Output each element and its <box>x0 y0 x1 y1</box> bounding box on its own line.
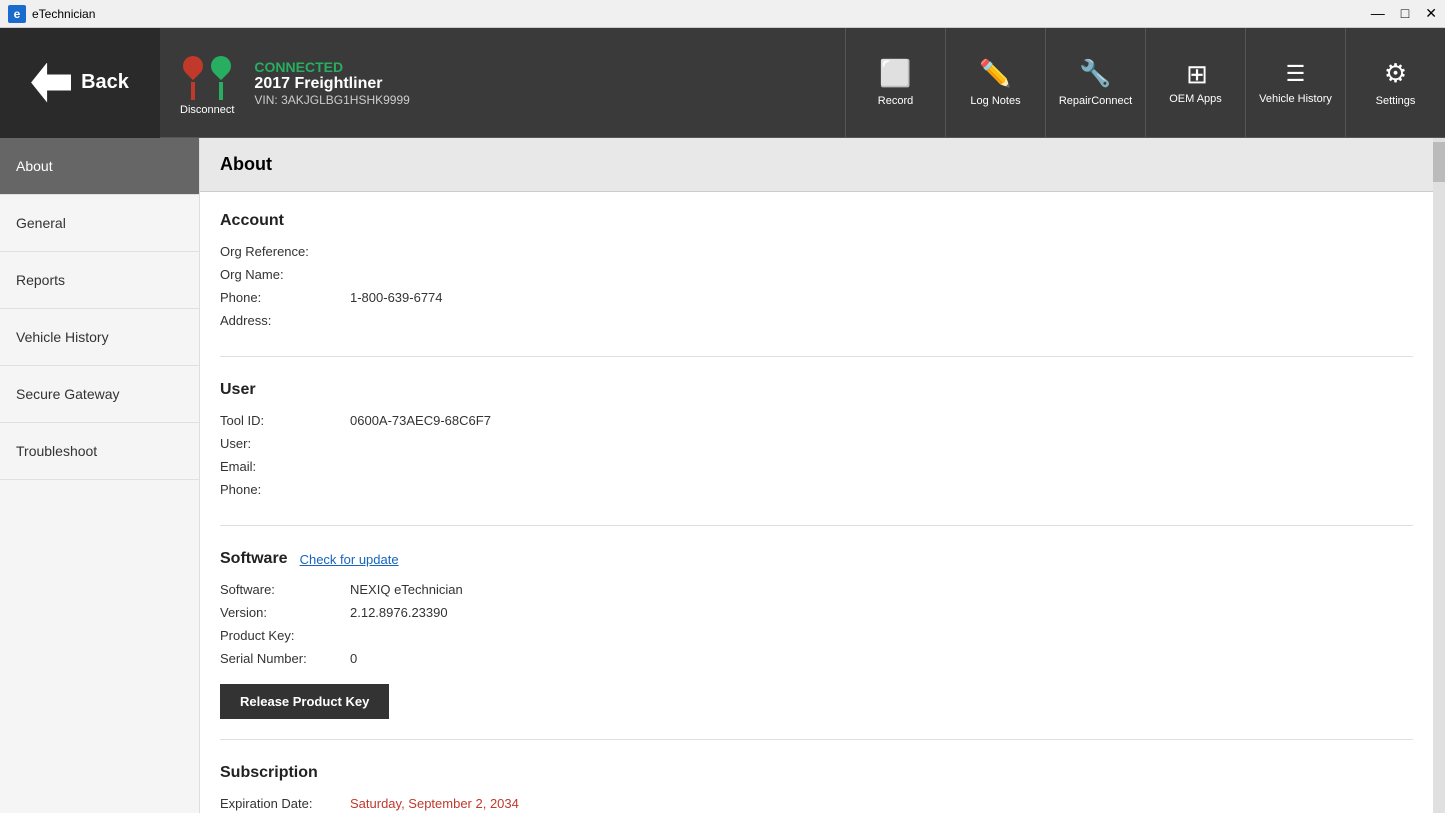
software-name-value: NEXIQ eTechnician <box>350 582 463 597</box>
nav-item-general[interactable]: General <box>0 195 199 252</box>
expiration-date-value: Saturday, September 2, 2034 <box>350 796 519 811</box>
subscription-title: Subscription <box>220 764 1413 782</box>
oem-apps-button[interactable]: ⊞ OEM Apps <box>1145 28 1245 138</box>
nav-item-reports[interactable]: Reports <box>0 252 199 309</box>
lognotes-icon: ✏️ <box>979 58 1011 89</box>
nav-item-about[interactable]: About <box>0 138 199 195</box>
toolbar: Back Disconnect CONNECTED 2017 Freightli… <box>0 28 1445 138</box>
connection-info: Disconnect CONNECTED 2017 Freightliner V… <box>160 50 845 116</box>
user-section: User Tool ID: 0600A-73AEC9-68C6F7 User: … <box>220 381 1413 526</box>
expiration-date-row: Expiration Date: Saturday, September 2, … <box>220 796 1413 811</box>
record-icon: ⬜ <box>879 58 911 89</box>
nav-item-troubleshoot[interactable]: Troubleshoot <box>0 423 199 480</box>
software-section: Software Check for update Software: NEXI… <box>220 550 1413 740</box>
vehicle-connection-info: CONNECTED 2017 Freightliner VIN: 3AKJGLB… <box>254 59 409 107</box>
phone-label: Phone: <box>220 290 350 305</box>
user-title: User <box>220 381 1413 399</box>
record-button[interactable]: ⬜ Record <box>845 28 945 138</box>
left-nav: About General Reports Vehicle History Se… <box>0 138 200 813</box>
maximize-button[interactable]: □ <box>1401 5 1409 22</box>
nav-item-vehicle-history[interactable]: Vehicle History <box>0 309 199 366</box>
scrollbar-thumb[interactable] <box>1433 142 1445 182</box>
back-arrow-icon <box>31 63 71 103</box>
tool-id-row: Tool ID: 0600A-73AEC9-68C6F7 <box>220 413 1413 428</box>
content-header: About <box>200 138 1433 192</box>
oem-apps-label: OEM Apps <box>1169 93 1222 105</box>
vehicle-vin: VIN: 3AKJGLBG1HSHK9999 <box>254 93 409 107</box>
check-update-link[interactable]: Check for update <box>300 552 399 567</box>
version-label: Version: <box>220 605 350 620</box>
account-section: Account Org Reference: Org Name: Phone: … <box>220 212 1413 357</box>
minimize-button[interactable]: — <box>1371 5 1385 22</box>
nav-item-secure-gateway[interactable]: Secure Gateway <box>0 366 199 423</box>
serial-number-value: 0 <box>350 651 357 666</box>
settings-icon: ⚙ <box>1384 58 1407 89</box>
vehiclehistory-icon: ☰ <box>1286 61 1306 87</box>
settings-button[interactable]: ⚙ Settings <box>1345 28 1445 138</box>
user-row: User: <box>220 436 1413 451</box>
vehicle-history-label: Vehicle History <box>1259 93 1332 105</box>
user-phone-label: Phone: <box>220 482 350 497</box>
back-label: Back <box>81 71 129 94</box>
app-logo: e <box>8 5 26 23</box>
connected-status: CONNECTED <box>254 59 409 75</box>
main-content: About Account Org Reference: Org Name: P… <box>200 138 1433 813</box>
account-title: Account <box>220 212 1413 230</box>
software-title: Software <box>220 550 288 568</box>
phone-value: 1-800-639-6774 <box>350 290 443 305</box>
title-bar-controls: — □ ✕ <box>1371 5 1437 22</box>
serial-number-row: Serial Number: 0 <box>220 651 1413 666</box>
title-bar: e eTechnician — □ ✕ <box>0 0 1445 28</box>
settings-label: Settings <box>1376 95 1416 107</box>
org-reference-row: Org Reference: <box>220 244 1413 259</box>
toolbar-actions: ⬜ Record ✏️ Log Notes 🔧 RepairConnect ⊞ … <box>845 28 1445 138</box>
expiration-date-label: Expiration Date: <box>220 796 350 811</box>
disconnect-label: Disconnect <box>180 104 234 116</box>
tool-id-label: Tool ID: <box>220 413 350 428</box>
disconnect-group[interactable]: Disconnect <box>180 50 234 116</box>
phone-row: Phone: 1-800-639-6774 <box>220 290 1413 305</box>
software-name-label: Software: <box>220 582 350 597</box>
repair-connect-label: RepairConnect <box>1059 95 1132 107</box>
user-phone-row: Phone: <box>220 482 1413 497</box>
repair-connect-button[interactable]: 🔧 RepairConnect <box>1045 28 1145 138</box>
org-name-row: Org Name: <box>220 267 1413 282</box>
product-key-row: Product Key: <box>220 628 1413 643</box>
vehicle-history-button[interactable]: ☰ Vehicle History <box>1245 28 1345 138</box>
address-label: Address: <box>220 313 350 328</box>
user-label: User: <box>220 436 350 451</box>
email-row: Email: <box>220 459 1413 474</box>
content-body: Account Org Reference: Org Name: Phone: … <box>200 192 1433 813</box>
serial-number-label: Serial Number: <box>220 651 350 666</box>
software-name-row: Software: NEXIQ eTechnician <box>220 582 1413 597</box>
close-button[interactable]: ✕ <box>1425 5 1437 22</box>
log-notes-button[interactable]: ✏️ Log Notes <box>945 28 1045 138</box>
org-reference-label: Org Reference: <box>220 244 350 259</box>
tool-id-value: 0600A-73AEC9-68C6F7 <box>350 413 491 428</box>
address-row: Address: <box>220 313 1413 328</box>
version-row: Version: 2.12.8976.23390 <box>220 605 1413 620</box>
scrollbar[interactable] <box>1433 138 1445 813</box>
release-product-key-button[interactable]: Release Product Key <box>220 684 389 719</box>
main-layout: About General Reports Vehicle History Se… <box>0 138 1445 813</box>
title-bar-left: e eTechnician <box>8 5 95 23</box>
org-name-label: Org Name: <box>220 267 350 282</box>
product-key-label: Product Key: <box>220 628 350 643</box>
software-title-row: Software Check for update <box>220 550 1413 568</box>
log-notes-label: Log Notes <box>970 95 1020 107</box>
record-label: Record <box>878 95 913 107</box>
oemapps-icon: ⊞ <box>1186 61 1205 87</box>
app-title: eTechnician <box>32 7 95 21</box>
repairconnect-icon: 🔧 <box>1079 58 1111 89</box>
vehicle-year-make: 2017 Freightliner <box>254 75 409 93</box>
version-value: 2.12.8976.23390 <box>350 605 448 620</box>
subscription-section: Subscription Expiration Date: Saturday, … <box>220 764 1413 813</box>
back-button[interactable]: Back <box>0 28 160 138</box>
email-label: Email: <box>220 459 350 474</box>
